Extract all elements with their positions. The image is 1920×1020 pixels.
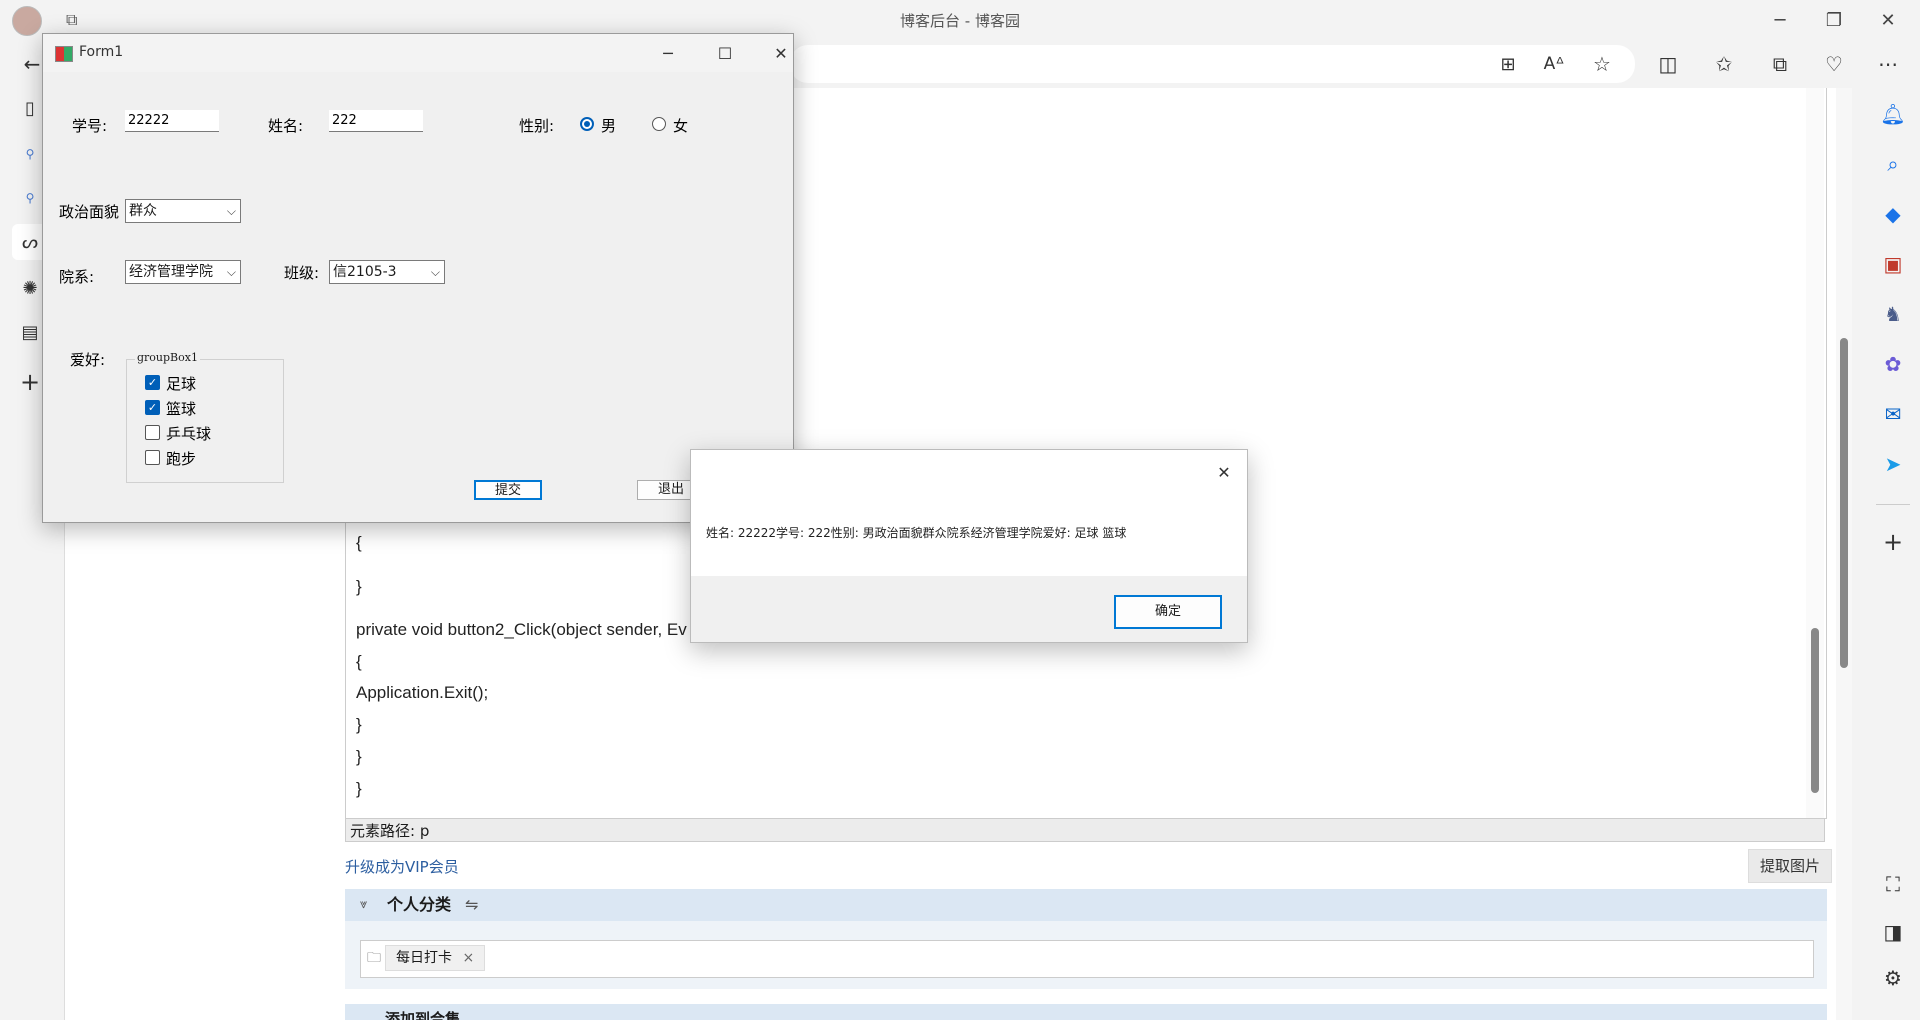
browser-essentials-icon[interactable]: ♡ (1816, 46, 1852, 82)
code-line: } (356, 715, 362, 734)
ok-button[interactable]: 确定 (1114, 595, 1222, 629)
hobby-basketball-checkbox[interactable]: ✓ (145, 400, 160, 415)
class-select[interactable]: 信2105-3 ⌵ (329, 260, 445, 284)
sidebar-divider (1876, 504, 1910, 505)
address-bar[interactable]: ⊞ Aᐞ ☆ (790, 45, 1635, 83)
folder-icon: 🗀 (367, 950, 381, 966)
collection-header[interactable]: 添加到合集 (345, 1004, 1827, 1020)
student-id-input[interactable] (125, 110, 219, 132)
vip-upgrade-link[interactable]: 升级成为VIP会员 (345, 856, 459, 877)
groupbox-title: groupBox1 (135, 351, 200, 364)
form1-titlebar: Form1 ─ ☐ ✕ (43, 34, 793, 72)
chevron-down-icon: ⌵ (226, 204, 236, 218)
name-input[interactable] (329, 110, 423, 132)
code-line: { (356, 533, 362, 552)
extract-image-button[interactable]: 提取图片 (1748, 849, 1832, 883)
code-line: } (356, 747, 362, 766)
message-box-close-icon[interactable]: ✕ (1209, 458, 1239, 486)
code-line: { (356, 652, 362, 671)
hobby-basketball-label[interactable]: 篮球 (166, 398, 196, 419)
hobby-running-label[interactable]: 跑步 (166, 448, 196, 469)
search-icon[interactable]: ⌕ (1875, 146, 1911, 182)
category-tag[interactable]: 每日打卡 × (385, 945, 486, 971)
hobby-football-checkbox[interactable]: ✓ (145, 375, 160, 390)
edge-sidebar: 🔔︎ ⌕ ◆ ▣ ♞ ✿ ✉ ➤ + ⛶ ◨ ⚙ (1866, 88, 1920, 1020)
chevron-down-icon[interactable]: ⩔ (360, 889, 367, 921)
politics-selected-value: 群众 (129, 203, 157, 219)
hobby-pingpong-label[interactable]: 乒乓球 (166, 423, 211, 444)
split-screen-icon[interactable]: ◫ (1650, 46, 1686, 82)
settings-gear-icon[interactable]: ⚙ (1875, 960, 1911, 996)
more-menu-icon[interactable]: ⋯ (1870, 46, 1906, 82)
code-line: } (356, 577, 362, 596)
hobby-running-checkbox[interactable] (145, 450, 160, 465)
favorites-icon[interactable]: ✩ (1706, 46, 1742, 82)
add-sidebar-app-icon[interactable]: + (1875, 524, 1911, 560)
app-available-icon[interactable]: ⊞ (1490, 46, 1526, 82)
name-label: 姓名: (268, 117, 304, 135)
politics-label: 政治面貌 (59, 203, 120, 221)
category-select-box[interactable] (360, 940, 1814, 978)
page-scrollbar[interactable] (1836, 88, 1852, 1020)
code-line: } (356, 779, 362, 798)
element-path-status: 元素路径: p (345, 818, 1825, 842)
outlook-icon[interactable]: ✉ (1875, 396, 1911, 432)
games-icon[interactable]: ♞ (1875, 296, 1911, 332)
browser-window-title: 博客后台 - 博客园 (900, 12, 1020, 30)
tools-icon[interactable]: ▣ (1875, 246, 1911, 282)
minimize-icon[interactable]: ─ (1752, 4, 1808, 36)
code-line: private void button2_Click(object sender… (356, 620, 687, 639)
code-line: Application.Exit(); (356, 683, 489, 702)
gender-female-label[interactable]: 女 (673, 115, 688, 136)
favorite-star-icon[interactable]: ☆ (1584, 46, 1620, 82)
editor-scrollbar[interactable] (1806, 88, 1824, 818)
department-label: 院系: (59, 268, 95, 286)
politics-select[interactable]: 群众 ⌵ (125, 199, 241, 223)
collection-header-label: 添加到合集 (385, 1010, 461, 1020)
gender-female-radio[interactable] (652, 117, 666, 131)
message-box-dialog: ✕ 姓名: 22222学号: 222性别: 男政治面貌群众院系经济管理学院爱好:… (690, 449, 1248, 643)
collections-icon[interactable]: ⧉ (1762, 46, 1798, 82)
category-header-label: 个人分类 (387, 895, 452, 914)
form1-maximize-icon[interactable]: ☐ (703, 38, 747, 68)
close-icon[interactable]: ✕ (1860, 4, 1916, 36)
category-tag-label: 每日打卡 (396, 950, 452, 966)
shopping-tag-icon[interactable]: ◆ (1875, 196, 1911, 232)
sort-icon[interactable]: ⇋ (465, 889, 478, 921)
gender-male-radio[interactable] (580, 117, 594, 131)
chevron-down-icon: ⌵ (430, 265, 440, 279)
submit-button[interactable]: 提交 (474, 480, 542, 500)
hobby-pingpong-checkbox[interactable] (145, 425, 160, 440)
restore-icon[interactable]: ❐ (1806, 4, 1862, 36)
screenshot-icon[interactable]: ⛶ (1875, 866, 1911, 902)
student-id-label: 学号: (72, 117, 108, 135)
remove-tag-icon[interactable]: × (462, 950, 474, 966)
chevron-down-icon: ⌵ (226, 261, 236, 283)
hide-sidebar-icon[interactable]: ◨ (1875, 914, 1911, 950)
gender-label: 性别: (519, 117, 555, 135)
send-icon[interactable]: ➤ (1875, 446, 1911, 482)
form1-title: Form1 (79, 44, 124, 60)
hobby-football-label[interactable]: 足球 (166, 373, 196, 394)
notification-bell-icon[interactable]: 🔔︎ (1875, 96, 1911, 132)
copilot-icon[interactable]: ✿ (1875, 346, 1911, 382)
read-aloud-icon[interactable]: Aᐞ (1536, 46, 1572, 82)
message-box-text: 姓名: 22222学号: 222性别: 男政治面貌群众院系经济管理学院爱好: 足… (706, 526, 1127, 540)
class-label: 班级: (284, 264, 320, 282)
department-select[interactable]: 经济管理学院 ⌵ (125, 260, 241, 284)
gender-male-label[interactable]: 男 (601, 115, 616, 136)
form1-window: Form1 ─ ☐ ✕ 学号: 姓名: 性别: 男 女 政治面貌 群众 ⌵ 院系:… (42, 33, 794, 523)
class-selected-value: 信2105-3 (333, 264, 397, 280)
department-selected-value: 经济管理学院 (129, 264, 213, 280)
form1-close-icon[interactable]: ✕ (759, 38, 803, 68)
form-app-icon (55, 46, 73, 62)
hobby-label: 爱好: (70, 351, 106, 369)
category-header[interactable]: ⩔ 个人分类 ⇋ (345, 889, 1827, 921)
form1-minimize-icon[interactable]: ─ (646, 38, 690, 68)
